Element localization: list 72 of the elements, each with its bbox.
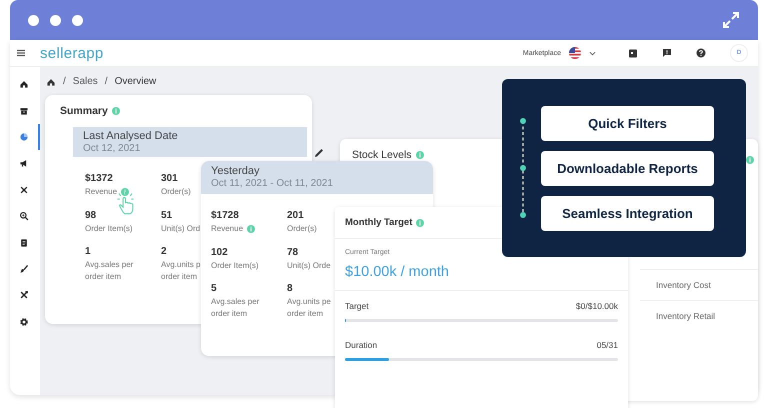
report-icon [19,238,29,248]
card-title: Stock Levels [352,149,412,161]
help-icon[interactable] [696,48,706,58]
chevron-icon[interactable] [589,50,596,56]
metric-value: 1 [85,246,91,258]
metric-label: Unit(s) Ord [161,222,200,234]
period-dates: Oct 11, 2021 - Oct 11, 2021 [211,178,334,189]
card-title: Summary [60,105,108,117]
progress-reading: 05/31 [596,340,618,350]
metric-value: 102 [211,246,228,258]
metric-value: 8 [287,283,293,294]
breadcrumb-link[interactable]: Overview [114,76,156,87]
card-title: Monthly Target [345,217,412,228]
expand-icon[interactable] [722,11,740,29]
metric-value: 5 [211,283,217,294]
progress-label: Duration [345,340,378,350]
metric-label: Order(s) [161,186,191,198]
metric-value: 98 [85,210,96,221]
breadcrumb-link[interactable]: Sales [72,76,98,87]
home-icon [19,79,29,90]
metric-label: Avg.sales per order item [85,259,134,282]
window-dot [72,14,83,26]
feedback-icon[interactable] [662,48,672,58]
metric-label: Order Item(s) [85,222,133,234]
gear-icon [19,316,29,327]
metric-label: Order(s) [287,223,317,235]
hand-cursor-icon [115,191,136,217]
logo: sellerapp [40,44,104,62]
metric-label: Avg.units p order item [161,259,200,282]
period-label: Last Analysed Date [83,130,179,142]
zoom-icon [19,211,29,222]
window-dot [50,14,61,26]
home-icon[interactable] [46,76,56,86]
metric-label: Avg.units pe order item [287,296,331,320]
metric-label: Revenue [211,223,244,235]
breadcrumb-separator: / [104,76,108,87]
brush-icon [19,264,29,274]
feature-button[interactable]: Quick Filters [541,106,714,140]
pie-chart-icon [19,132,29,142]
metric-value: 2 [161,246,167,258]
feature-button[interactable]: Downloadable Reports [541,150,714,186]
progress-label: Target [345,301,369,311]
metric-value: 51 [161,210,172,221]
flag-icon[interactable] [569,47,581,59]
row-label: Inventory Retail [656,311,716,321]
metric-label: Revenue [85,186,118,198]
info-icon [416,218,424,226]
metric-label: Order Item(s) [211,260,259,272]
info-icon [121,188,130,196]
info-icon [416,151,424,159]
metric-label: Unit(s) Orde [287,260,331,272]
metric-value: $1728 [211,210,239,221]
info-icon [746,156,754,164]
period-label: Yesterday [211,165,261,177]
megaphone-icon [19,158,29,168]
menu-icon[interactable] [16,48,26,58]
current-target-value: $10.00k / month [345,264,450,280]
metric-value: $1372 [85,173,113,184]
window-dot [28,14,39,26]
feature-button[interactable]: Seamless Integration [541,196,714,230]
progress-reading: $0/$10.00k [576,301,618,311]
row-label: Inventory Cost [656,280,711,290]
metric-value: 201 [287,210,304,221]
info-icon [247,224,256,233]
metric-label: Avg.sales per order item [211,296,260,320]
info-icon [112,107,120,115]
archive-icon [19,106,29,116]
breadcrumb-separator: / [63,76,66,87]
metric-value: 301 [161,173,178,184]
period-dates: Oct 12, 2021 [83,143,142,154]
metric-value: 78 [287,246,298,258]
pencil-icon[interactable] [313,147,325,159]
